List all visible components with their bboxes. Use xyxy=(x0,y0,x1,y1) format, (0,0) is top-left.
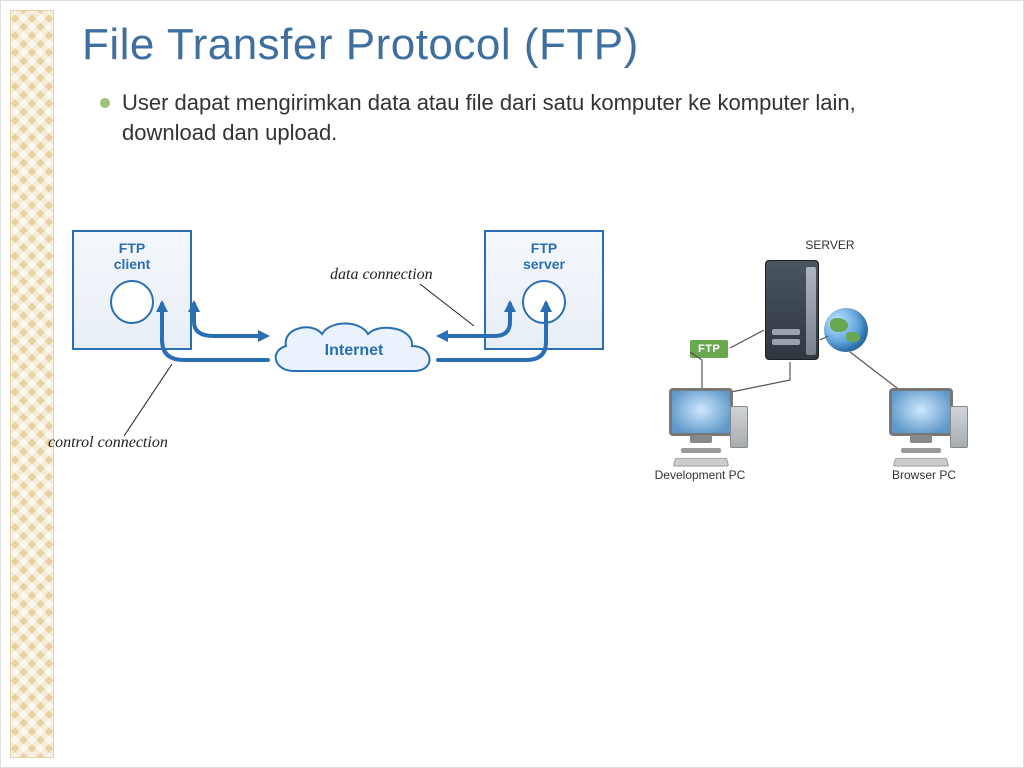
decorative-strip xyxy=(10,10,54,758)
ftp-connection-diagram: FTP client FTP server Internet xyxy=(54,230,614,490)
data-connection-label: data connection xyxy=(330,266,433,284)
development-pc-label: Development PC xyxy=(650,468,750,482)
control-connection-label: control connection xyxy=(48,434,168,452)
bullet-icon xyxy=(100,98,110,108)
development-pc-icon xyxy=(656,388,746,467)
browser-pc-icon xyxy=(876,388,966,467)
bullet-text: User dapat mengirimkan data atau file da… xyxy=(122,88,930,147)
ftp-topology-diagram: SERVER FTP Development PC xyxy=(630,230,990,490)
slide: File Transfer Protocol (FTP) User dapat … xyxy=(0,0,1024,768)
bullet-item: User dapat mengirimkan data atau file da… xyxy=(100,88,930,147)
slide-title: File Transfer Protocol (FTP) xyxy=(82,20,639,70)
browser-pc-label: Browser PC xyxy=(874,468,974,482)
